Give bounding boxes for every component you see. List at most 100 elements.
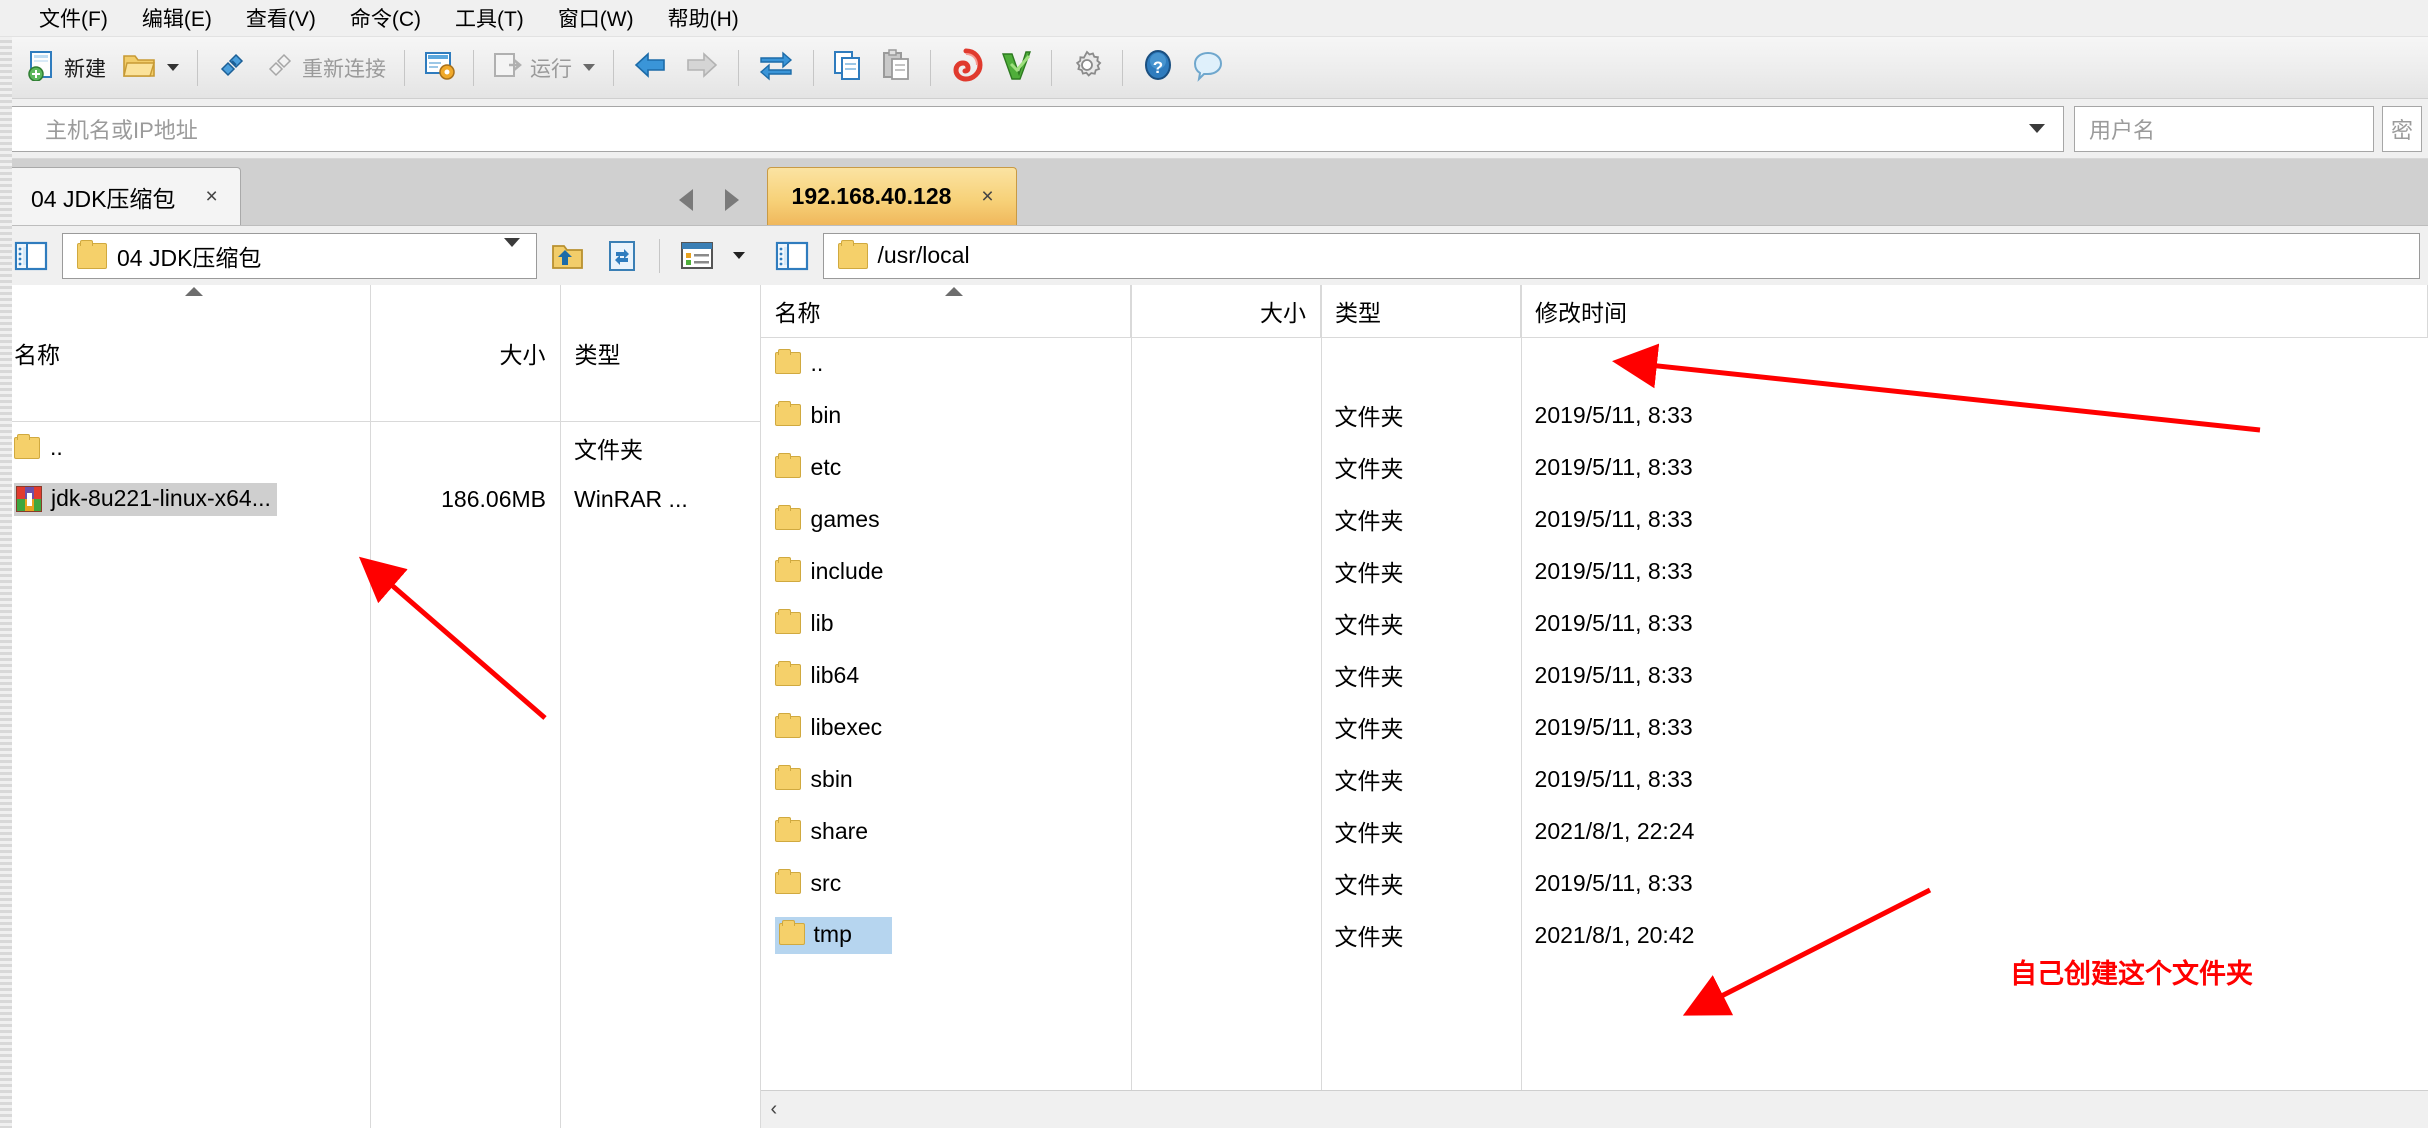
table-row[interactable]: lib 文件夹 2019/5/11, 8:33 [761,597,2428,649]
local-col-divider-1 [370,285,371,1128]
local-col-type[interactable]: 类型 [560,285,761,422]
table-row[interactable]: sbin 文件夹 2019/5/11, 8:33 [761,753,2428,805]
settings-button[interactable] [1062,43,1112,93]
table-row[interactable]: etc 文件夹 2019/5/11, 8:33 [761,441,2428,493]
table-row[interactable]: share 文件夹 2021/8/1, 22:24 [761,805,2428,857]
remote-row-7-name-cell[interactable]: libexec [761,701,1131,753]
table-row[interactable]: games 文件夹 2019/5/11, 8:33 [761,493,2428,545]
remote-row-3-name-cell[interactable]: games [761,493,1131,545]
remote-row-10-type: 文件夹 [1334,872,1404,898]
remote-row-9-size [1131,805,1321,857]
remote-row-4-name-cell[interactable]: include [761,545,1131,597]
table-row[interactable]: bin 文件夹 2019/5/11, 8:33 [761,389,2428,441]
remote-row-11-type: 文件夹 [1334,924,1404,950]
back-button[interactable] [624,43,676,93]
table-row[interactable]: libexec 文件夹 2019/5/11, 8:33 [761,701,2428,753]
session-properties-button[interactable] [415,43,463,93]
scroll-left-icon[interactable]: ‹ [771,1098,778,1121]
forward-button [676,43,728,93]
connect-button[interactable] [208,43,256,93]
toolbar-separator-3 [473,49,474,86]
local-up-folder-button[interactable] [545,233,591,279]
password-input[interactable]: 密 [2383,113,2413,145]
username-input[interactable]: 用户名 [2075,113,2155,145]
local-row-1-name: jdk-8u221-linux-x64... [51,485,271,511]
transfer-sync-icon [757,48,795,87]
local-file-table: 名称 大小 类型 修改时间 .. [0,285,761,526]
local-path-chevron-down-icon[interactable] [503,237,520,264]
menu-edit[interactable]: 编辑(E) [125,0,229,37]
local-row-0-size [370,422,560,474]
local-sidebar-toggle-button[interactable] [8,233,54,279]
remote-col-modified[interactable]: 修改时间 [1520,285,2428,338]
remote-tab-close-icon[interactable]: × [981,185,993,209]
local-row-0-name-cell[interactable]: .. [0,422,370,474]
copy-button[interactable] [824,43,872,93]
local-refresh-button[interactable] [599,233,645,279]
local-col-name[interactable]: 名称 [0,285,371,422]
remote-col-name[interactable]: 名称 [760,285,1132,338]
remote-file-table: 名称 大小 类型 修改时间 .. bin 文件夹 2019/5/11, 8:33… [760,285,2428,961]
menu-tools[interactable]: 工具(T) [438,0,541,37]
local-col-size[interactable]: 大小 [370,285,561,422]
local-view-mode-button[interactable] [674,233,720,279]
remote-row-11-modified: 2021/8/1, 20:42 [1534,921,1695,948]
remote-col-type[interactable]: 类型 [1320,285,1522,338]
remote-row-0-name-cell[interactable]: .. [761,337,1131,389]
new-session-button[interactable]: 新建 [18,43,114,93]
username-input-wrapper[interactable]: 用户名 [2074,105,2374,152]
local-col-name-label: 名称 [14,342,60,368]
open-folder-button[interactable] [114,43,187,93]
remote-row-10-name-cell[interactable]: src [761,857,1131,909]
remote-tab[interactable]: 192.168.40.128 × [766,167,1017,225]
remote-row-5-name-cell[interactable]: lib [761,597,1131,649]
host-input[interactable]: 主机名或IP地址 [7,113,198,145]
menu-help[interactable]: 帮助(H) [651,0,756,37]
table-row[interactable]: lib64 文件夹 2019/5/11, 8:33 [761,649,2428,701]
table-row[interactable]: jdk-8u221-linux-x64... 186.06MB WinRAR .… [0,474,760,526]
local-tab[interactable]: 04 JDK压缩包 × [6,167,241,225]
help-button[interactable]: ? [1133,43,1183,93]
local-row-0-name: .. [50,434,63,461]
local-row-1-name-cell[interactable]: jdk-8u221-linux-x64... [0,474,370,526]
table-row[interactable]: .. 文件夹 [0,422,760,474]
toolbar-separator-1 [197,49,198,86]
transfer-sync-button[interactable] [749,43,803,93]
red-tool-button[interactable] [941,43,991,93]
remote-row-2-name-cell[interactable]: etc [761,441,1131,493]
menu-view[interactable]: 查看(V) [229,0,333,37]
local-tab-close-icon[interactable]: × [205,185,217,209]
table-row[interactable]: include 文件夹 2019/5/11, 8:33 [761,545,2428,597]
remote-hscrollbar[interactable]: ‹ [760,1090,2428,1128]
tab-scroll-right-icon[interactable] [724,189,739,211]
toolbar-separator-8 [1051,49,1052,86]
remote-row-9-name-cell[interactable]: share [761,805,1131,857]
remote-sidebar-toggle-button[interactable] [769,233,815,279]
menu-window[interactable]: 窗口(W) [541,0,651,37]
tab-scroll-left-icon[interactable] [678,189,693,211]
folder-icon [774,505,801,530]
remote-row-1-name-cell[interactable]: bin [761,389,1131,441]
green-tool-button[interactable] [991,43,1041,93]
host-input-wrapper[interactable]: 主机名或IP地址 [6,105,2064,152]
local-file-list[interactable]: 名称 大小 类型 修改时间 .. [0,285,761,1128]
remote-row-8-name-cell[interactable]: sbin [761,753,1131,805]
menu-file[interactable]: 文件(F) [22,0,125,37]
local-tabstrip: 04 JDK压缩包 × [0,159,761,225]
remote-row-6-name-cell[interactable]: lib64 [761,649,1131,701]
run-caret-icon[interactable] [583,64,595,71]
remote-col-size[interactable]: 大小 [1130,285,1322,338]
table-row[interactable]: .. [761,337,2428,389]
remote-row-11-name-cell[interactable]: tmp [761,909,1131,961]
open-folder-caret-icon[interactable] [167,64,179,71]
local-path-input[interactable]: 04 JDK压缩包 [62,232,537,279]
remote-path-input[interactable]: /usr/local [822,232,2421,279]
table-row[interactable]: src 文件夹 2019/5/11, 8:33 [761,857,2428,909]
remote-row-7-name: libexec [810,713,883,740]
password-input-wrapper[interactable]: 密 [2382,105,2422,152]
local-view-mode-caret-icon[interactable] [732,252,745,259]
chat-button[interactable] [1183,43,1233,93]
toolbar-separator-7 [930,49,931,86]
chevron-down-icon[interactable] [2029,124,2045,133]
menu-command[interactable]: 命令(C) [333,0,438,37]
